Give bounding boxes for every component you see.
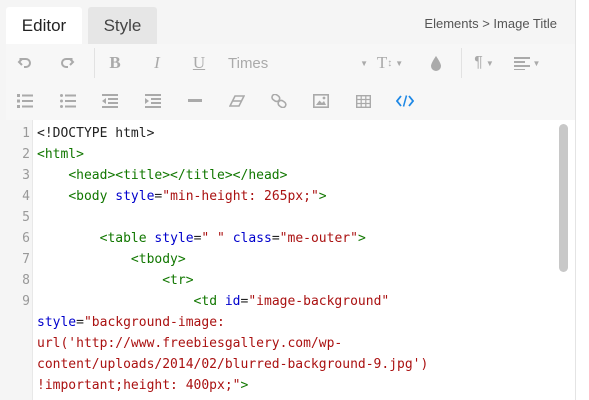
editor-toolbar: B I U Times ▼ T ↕ ▼ ¶ ▼ ▼ [6,44,575,120]
eraser-icon[interactable] [226,82,248,120]
code-editor[interactable]: 1 2 3 4 5 6 7 8 9 <!DOCTYPE html> <html> <head><t… [6,120,575,400]
horizontal-line-icon[interactable] [184,82,206,120]
line-number: 9 [22,294,30,309]
right-panel-edge [575,0,589,400]
outdent-icon[interactable] [99,82,121,120]
font-size-icon[interactable]: T ↕ ▼ [374,44,406,82]
code-token: style [37,315,77,330]
code-token: !important;height: 400px;" [37,378,241,393]
code-token: "background-image: [83,315,225,330]
code-token: > [240,378,249,393]
code-token: <td [193,294,225,309]
ordered-list-icon[interactable] [14,82,36,120]
toolbar-row-1: B I U Times ▼ T ↕ ▼ ¶ ▼ ▼ [6,44,575,82]
code-line: <table style=" " class="me-outer"> [37,228,366,249]
code-line: !important;height: 400px;"> [37,375,248,396]
code-line: style="background-image: [37,312,225,333]
paragraph-glyph: ¶ [474,54,483,71]
code-line: url('http://www.freebiesgallery.com/wp- [37,333,342,354]
line-number: 5 [22,210,30,225]
editor-panel: Editor Style Elements > Image Title B I … [0,0,575,400]
code-line: <body style="min-height: 265px;"> [37,186,327,207]
breadcrumb: Elements > Image Title [424,16,557,31]
code-line: content/uploads/2014/02/blurred-backgrou… [37,354,428,375]
line-number: 6 [22,231,30,246]
code-view-icon[interactable] [394,82,416,120]
font-family-value: Times [228,54,269,72]
tab-editor[interactable]: Editor [6,7,82,44]
indent-icon[interactable] [142,82,164,120]
code-token: = [76,315,84,330]
link-icon[interactable] [268,82,290,120]
line-number: 7 [22,252,30,267]
line-number-gutter: 1 2 3 4 5 6 7 8 9 [6,120,33,400]
code-token: <html> [37,147,84,162]
code-line: <html> [37,144,84,165]
paragraph-format-icon[interactable]: ¶ ▼ [468,44,500,82]
line-number: 8 [22,273,30,288]
tab-style[interactable]: Style [88,7,157,44]
code-token: <tbody> [130,252,186,267]
code-token: <head><title></title></head> [68,168,288,183]
code-line: <head><title></title></head> [37,165,287,186]
code-token: <table [99,231,155,246]
code-token: <!DOCTYPE html> [37,126,155,141]
line-number: 1 [22,126,30,141]
line-number: 2 [22,147,30,162]
chevron-down-icon: ▼ [532,58,541,68]
code-token: <tr> [162,273,194,288]
image-icon[interactable] [310,82,332,120]
code-line: <tbody> [37,249,186,270]
font-family-select[interactable]: Times ▼ [228,44,368,82]
code-token: > [318,189,327,204]
code-line: <td id="image-background" [37,291,390,312]
code-token: = [271,231,280,246]
chevron-down-icon: ▼ [485,58,494,68]
code-token: " " [201,231,225,246]
vertical-scrollbar[interactable] [559,124,568,272]
bold-icon[interactable]: B [103,44,127,82]
italic-icon[interactable]: I [145,44,169,82]
chevron-down-icon: ▼ [395,58,404,68]
line-number: 3 [22,168,30,183]
table-icon[interactable] [352,82,374,120]
redo-icon[interactable] [54,44,80,82]
code-token: url('http://www.freebiesgallery.com/wp- [37,336,343,351]
underline-icon[interactable]: U [187,44,211,82]
font-size-arrows: ↕ [387,57,393,69]
text-color-icon[interactable] [426,44,446,82]
code-token: > [357,231,366,246]
code-line: <tr> [37,270,194,291]
code-token: style [115,189,155,204]
code-token: <body [68,189,116,204]
unordered-list-icon[interactable] [57,82,79,120]
align-icon[interactable]: ▼ [510,44,544,82]
line-number: 4 [22,189,30,204]
code-line: <!DOCTYPE html> [37,123,154,144]
toolbar-divider [94,48,95,78]
undo-icon[interactable] [12,44,38,82]
code-token: id [224,294,241,309]
code-token: "me-outer" [279,231,358,246]
code-token: class [232,231,272,246]
toolbar-divider [461,48,462,78]
code-token: "image-background" [248,294,390,309]
toolbar-row-2 [6,82,575,120]
code-token: "min-height: 265px;" [162,189,319,204]
chevron-down-icon: ▼ [360,58,368,68]
code-token: style [154,231,194,246]
code-token: content/uploads/2014/02/blurred-backgrou… [37,357,429,372]
font-size-glyph: T [376,53,388,72]
